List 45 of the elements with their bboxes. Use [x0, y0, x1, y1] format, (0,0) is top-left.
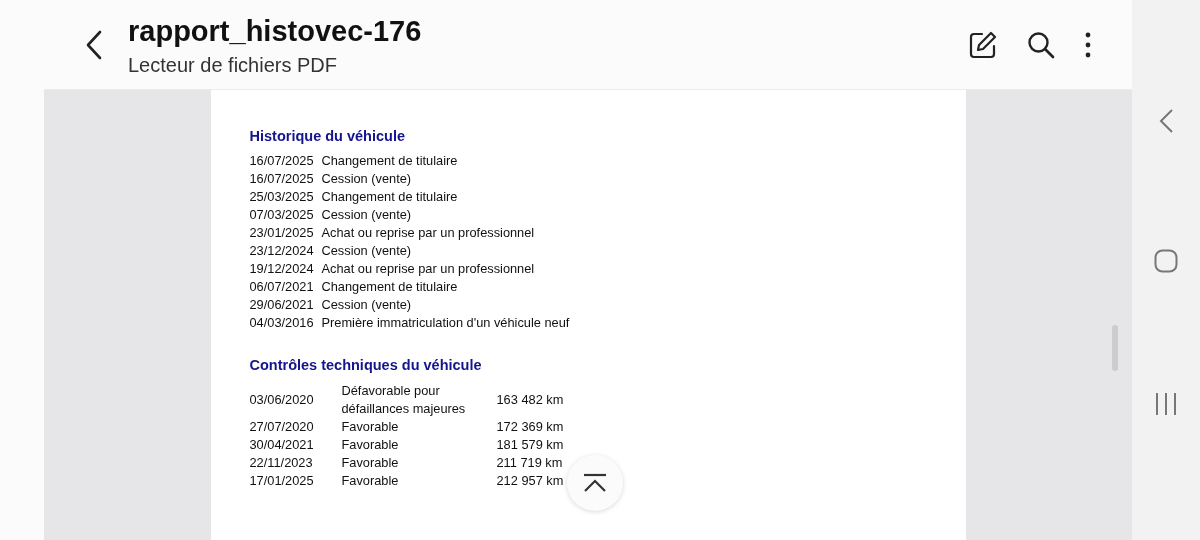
inspection-result: Favorable	[341, 472, 400, 490]
section-heading: Contrôles techniques du véhicule	[249, 357, 483, 373]
history-date: 23/12/2024	[249, 242, 315, 260]
edit-icon[interactable]	[968, 29, 998, 60]
history-date: 16/07/2025	[249, 170, 315, 188]
history-date: 07/03/2025	[249, 206, 315, 224]
history-event: Achat ou reprise par un professionnel	[321, 260, 536, 278]
history-date: 04/03/2016	[249, 314, 315, 332]
inspection-mileage: 181 579 km	[496, 436, 564, 454]
chevron-up-icon[interactable]	[583, 473, 607, 493]
history-event: Changement de titulaire	[321, 152, 459, 170]
section-heading: Historique du véhicule	[249, 128, 406, 144]
history-event: Cession (vente)	[321, 206, 413, 224]
inspection-mileage: 172 369 km	[496, 418, 564, 436]
history-event: Cession (vente)	[321, 242, 413, 260]
history-date: 16/07/2025	[249, 152, 315, 170]
history-event: Changement de titulaire	[321, 188, 459, 206]
history-event: Cession (vente)	[321, 170, 413, 188]
history-date: 23/01/2025	[249, 224, 315, 242]
inspection-date: 17/01/2025	[249, 472, 315, 490]
inspection-result: Favorable	[341, 418, 400, 436]
inspection-mileage: 211 719 km	[496, 454, 564, 472]
search-icon[interactable]	[1026, 29, 1056, 60]
history-event: Cession (vente)	[321, 296, 413, 314]
history-date: 25/03/2025	[249, 188, 315, 206]
inspection-date: 30/04/2021	[249, 436, 315, 454]
more-options-icon[interactable]	[1084, 31, 1092, 58]
inspection-result: Favorable	[341, 436, 400, 454]
inspection-mileage: 212 957 km	[496, 472, 564, 490]
history-event: Première immatriculation d'un véhicule neuf	[321, 314, 570, 332]
history-date: 29/06/2021	[249, 296, 315, 314]
inspection-date: 22/11/2023	[249, 454, 314, 472]
document-title: rapport_histovec-176	[128, 14, 423, 48]
inspection-result: Favorable	[341, 454, 400, 472]
history-date: 19/12/2024	[249, 260, 315, 278]
inspection-date: 27/07/2020	[249, 418, 315, 436]
history-date: 06/07/2021	[249, 278, 315, 296]
nav-home-button[interactable]	[1154, 249, 1178, 276]
inspection-result: Défavorable pour défaillances majeures	[341, 382, 467, 418]
app-subtitle: Lecteur de fichiers PDF	[128, 53, 338, 77]
scrollbar-thumb[interactable]	[1112, 325, 1118, 371]
inspection-mileage: 163 482 km	[496, 391, 564, 409]
history-event: Achat ou reprise par un professionnel	[321, 224, 536, 242]
inspection-date: 03/06/2020	[249, 391, 315, 409]
history-event: Changement de titulaire	[321, 278, 459, 296]
